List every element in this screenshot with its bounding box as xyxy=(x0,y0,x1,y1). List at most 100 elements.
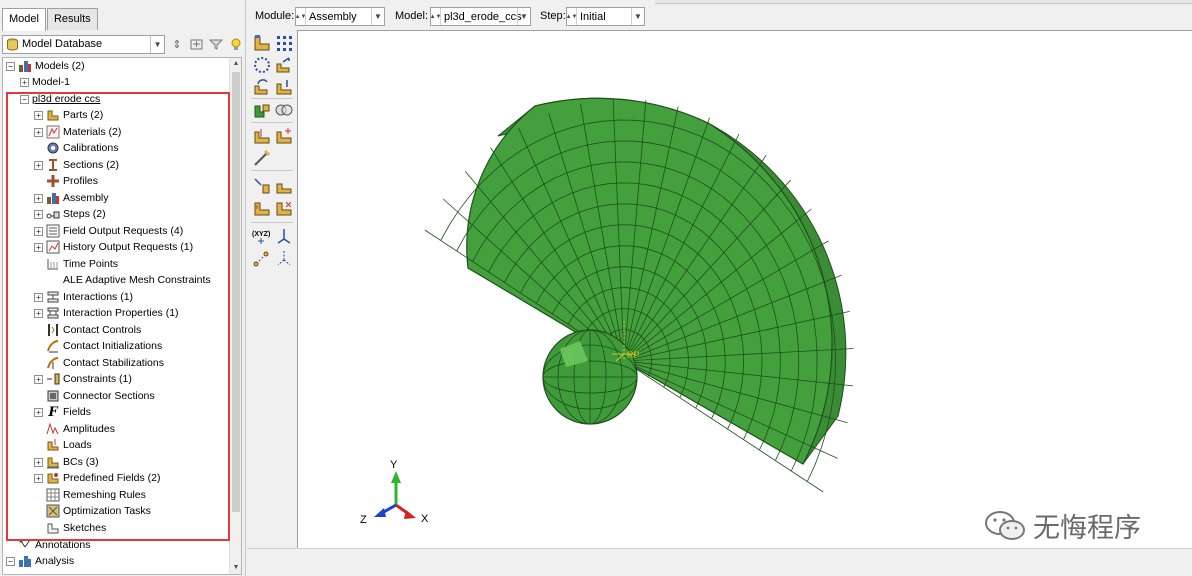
cut-tool-icon[interactable] xyxy=(274,198,294,218)
tree-item-field-output-requests[interactable]: + Field Output Requests (4) xyxy=(34,223,183,239)
tree-item-loads[interactable]: Loads xyxy=(34,437,92,453)
model-tree: − Models (2) + Model-1 − pl3d erode ccs … xyxy=(2,57,242,575)
tree-scrollbar[interactable]: ▲ ▼ xyxy=(229,58,241,574)
translate-to-icon[interactable] xyxy=(274,77,294,97)
expand-toggle[interactable]: + xyxy=(34,160,43,170)
tree-item-label: Annotations xyxy=(35,539,91,551)
model-render[interactable]: RP Y Z X xyxy=(298,31,1192,549)
tree-item-connector-sections[interactable]: Connector Sections xyxy=(34,388,155,404)
expand-toggle[interactable]: + xyxy=(34,127,43,137)
expand-toggle[interactable]: + xyxy=(34,292,43,302)
module-select[interactable]: ▲▼ Assembly ▼ xyxy=(295,7,385,26)
datum-plane-icon[interactable] xyxy=(274,176,294,196)
watermark-text: 无悔程序 xyxy=(1033,513,1141,544)
position-constraint-icon[interactable] xyxy=(252,126,272,146)
create-instance-icon[interactable] xyxy=(252,33,272,53)
filter-icon[interactable] xyxy=(209,36,225,52)
tree-item-label: Contact Stabilizations xyxy=(63,357,164,369)
collapse-toggle[interactable]: − xyxy=(20,94,29,104)
tree-item-parts[interactable]: + Parts (2) xyxy=(34,107,103,123)
tree-item-models[interactable]: − Models (2) xyxy=(6,58,85,74)
tree-item-time-points[interactable]: Time Points xyxy=(34,256,118,272)
tree-item-ale-adaptive-mesh-constraints[interactable]: ALE Adaptive Mesh Constraints xyxy=(34,272,211,288)
merge-cut-icon[interactable] xyxy=(252,100,272,120)
tree-item-bcs[interactable]: + BCs (3) xyxy=(34,454,99,470)
tree-item-annotations[interactable]: Annotations xyxy=(6,537,90,553)
tree-item-sections[interactable]: + Sections (2) xyxy=(34,157,119,173)
rotate-instance-icon[interactable] xyxy=(252,77,272,97)
scrollbar-thumb[interactable] xyxy=(232,72,240,512)
tree-item-calibrations[interactable]: Calibrations xyxy=(34,140,118,156)
expand-toggle[interactable]: + xyxy=(34,226,43,236)
radial-pattern-icon[interactable] xyxy=(252,55,272,75)
tab-results[interactable]: Results xyxy=(46,8,98,30)
spin-arrows-icon: ▲▼ xyxy=(566,8,577,25)
tree-item-contact-stabilizations[interactable]: Contact Stabilizations xyxy=(34,355,164,371)
tree-item-label: History Output Requests (1) xyxy=(63,241,194,253)
collapse-toggle[interactable]: − xyxy=(6,61,15,71)
database-select[interactable]: Model Database ▼ xyxy=(2,34,166,54)
tree-item-sketches[interactable]: Sketches xyxy=(34,520,106,536)
tree-item-interactions[interactable]: + Interactions (1) xyxy=(34,289,133,305)
expand-toggle[interactable]: + xyxy=(34,242,43,252)
expand-toggle[interactable]: + xyxy=(34,193,43,203)
analysis-icon xyxy=(18,554,32,568)
translate-instance-icon[interactable] xyxy=(274,55,294,75)
expand-toggle[interactable]: + xyxy=(34,457,43,467)
tree-item-assembly[interactable]: + Assembly xyxy=(34,190,109,206)
tree-item-analysis[interactable]: − Analysis xyxy=(6,553,74,569)
model-select[interactable]: ▲▼ pl3d_erode_ccs ▼ xyxy=(430,7,531,26)
chevron-down-icon: ▼ xyxy=(371,8,384,25)
abaqus-cae-window: Model Results Model Database ▼ ⇕ − Model… xyxy=(0,0,1192,576)
tree-item-history-output-requests[interactable]: + History Output Requests (1) xyxy=(34,239,193,255)
coaxial-icon[interactable] xyxy=(252,148,272,168)
expand-toggle[interactable]: + xyxy=(20,77,29,87)
tree-item-optimization-tasks[interactable]: Optimization Tasks xyxy=(34,503,151,519)
tree-item-label: Optimization Tasks xyxy=(63,505,151,517)
tree-item-pl3d-erode-ccs[interactable]: − pl3d erode ccs xyxy=(20,91,100,107)
expand-toggle[interactable]: + xyxy=(34,374,43,384)
tree-item-remeshing-rules[interactable]: Remeshing Rules xyxy=(34,487,146,503)
tree-item-interaction-properties[interactable]: + Interaction Properties (1) xyxy=(34,305,179,321)
collapse-toggle[interactable]: − xyxy=(6,556,15,566)
expand-toggle[interactable]: + xyxy=(34,407,43,417)
tree-item-steps[interactable]: + Steps (2) xyxy=(34,206,106,222)
tree-item-profiles[interactable]: Profiles xyxy=(34,173,98,189)
optimization-tasks-icon xyxy=(46,504,60,518)
step-label: Step: xyxy=(540,10,566,22)
chevron-down-icon[interactable]: ▼ xyxy=(150,35,164,53)
sort-arrows-icon[interactable]: ⇕ xyxy=(169,36,185,52)
graphics-viewport[interactable]: RP Y Z X xyxy=(297,30,1192,548)
linear-pattern-icon[interactable] xyxy=(274,33,294,53)
tree-item-model-1[interactable]: + Model-1 xyxy=(20,74,70,90)
steps-icon xyxy=(46,207,60,221)
expand-tree-icon[interactable] xyxy=(189,36,205,52)
tree-item-constraints[interactable]: + Constraints (1) xyxy=(34,371,132,387)
scroll-down-arrow-icon[interactable]: ▼ xyxy=(230,562,241,574)
expand-toggle[interactable]: + xyxy=(34,209,43,219)
datum-axis-three-icon[interactable] xyxy=(274,248,294,268)
lightbulb-icon[interactable] xyxy=(228,36,244,52)
expand-toggle[interactable]: + xyxy=(34,110,43,120)
query-attach-icon[interactable] xyxy=(252,176,272,196)
tree-item-fields[interactable]: + F Fields xyxy=(34,404,91,420)
predefined-fields-icon xyxy=(46,471,60,485)
tab-model[interactable]: Model xyxy=(2,8,46,31)
expand-toggle[interactable]: + xyxy=(34,308,43,318)
create-set-icon[interactable] xyxy=(252,198,272,218)
datum-point-icon[interactable] xyxy=(252,248,272,268)
expand-toggle[interactable]: + xyxy=(34,473,43,483)
tree-item-amplitudes[interactable]: Amplitudes xyxy=(34,421,115,437)
datum-csys-icon[interactable]: (XYZ) xyxy=(252,226,272,246)
scroll-up-arrow-icon[interactable]: ▲ xyxy=(230,58,241,70)
tree-item-contact-initializations[interactable]: Contact Initializations xyxy=(34,338,162,354)
step-select[interactable]: ▲▼ Initial ▼ xyxy=(566,7,645,26)
tree-item-contact-controls[interactable]: Contact Controls xyxy=(34,322,141,338)
tree-item-materials[interactable]: + Materials (2) xyxy=(34,124,121,140)
tree-item-label: Fields xyxy=(63,406,92,418)
datum-axis-icon[interactable] xyxy=(274,226,294,246)
edge-to-edge-icon[interactable] xyxy=(274,126,294,146)
boolean-icon[interactable] xyxy=(274,100,294,120)
tree-item-predefined-fields[interactable]: + Predefined Fields (2) xyxy=(34,470,160,486)
database-toolbar: Model Database ▼ ⇕ xyxy=(2,33,244,55)
